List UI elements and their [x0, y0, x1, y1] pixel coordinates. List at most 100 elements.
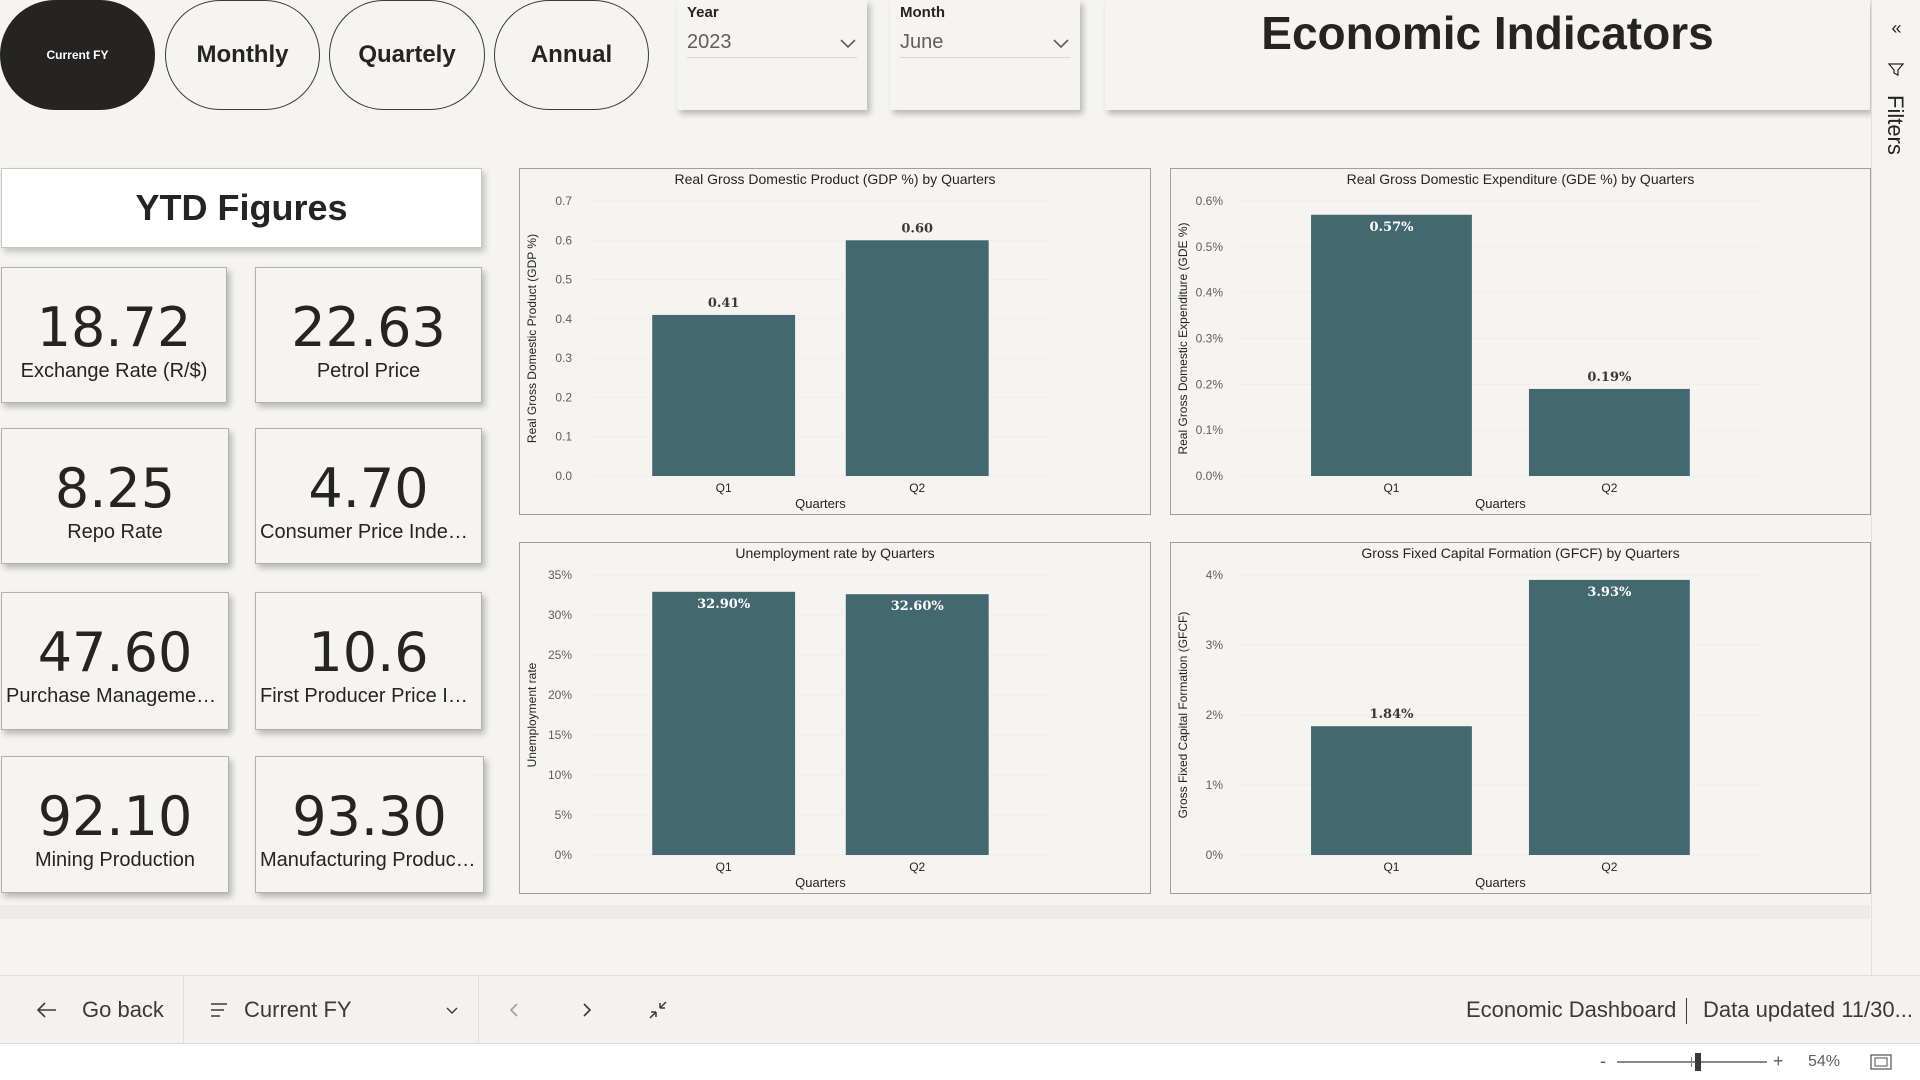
month-slicer-label: Month: [900, 4, 945, 21]
zoom-in-button[interactable]: +: [1773, 1051, 1784, 1072]
y-axis-title: Unemployment rate: [525, 662, 539, 767]
month-slicer: Month June: [890, 0, 1080, 110]
month-value: June: [900, 31, 944, 53]
y-tick-label: 0.1: [555, 430, 572, 444]
x-axis-title: Quarters: [795, 875, 846, 890]
chevron-down-icon: [840, 38, 856, 48]
annual-button[interactable]: Annual: [494, 0, 649, 110]
collapse-icon: [649, 1001, 667, 1019]
kpi-value: 8.25: [54, 457, 176, 520]
page-selector[interactable]: Current FY: [210, 976, 460, 1044]
y-tick-label: 4%: [1206, 568, 1224, 582]
data-label: 0.60: [901, 221, 933, 236]
bar-q2: [845, 240, 989, 476]
y-tick-label: 35%: [548, 568, 572, 582]
zoom-slider-thumb[interactable]: [1695, 1053, 1701, 1071]
data-label: 3.93%: [1587, 585, 1632, 600]
data-label: 0.19%: [1587, 370, 1632, 385]
current-fy-button[interactable]: Current FY: [0, 0, 155, 110]
month-dropdown[interactable]: June: [900, 28, 1070, 58]
next-page-button[interactable]: [578, 976, 596, 1044]
y-tick-label: 2%: [1206, 708, 1224, 722]
x-tick-label: Q1: [716, 481, 732, 495]
fit-to-page-icon[interactable]: [1870, 1053, 1892, 1071]
kpi-card-purchase-management: 47.60 Purchase Management ...: [1, 592, 229, 730]
y-tick-label: 1%: [1206, 778, 1224, 792]
report-footer-bar: Go back Current FY Economic Dashboard Da…: [0, 975, 1920, 1044]
zoom-bar: - + 54%: [0, 1043, 1920, 1080]
kpi-card-consumer-price-index: 4.70 Consumer Price Index (...: [255, 428, 482, 564]
zoom-slider-center-tick: [1691, 1057, 1692, 1067]
bar-q2: [1528, 579, 1690, 855]
y-tick-label: 0.3: [555, 351, 572, 365]
gde-chart-plot: 0.0% 0.1% 0.2% 0.3% 0.4% 0.5% 0.6% 0.57% Q1 0.19%…: [1176, 194, 1760, 511]
zoom-out-button[interactable]: -: [1600, 1051, 1606, 1072]
filter-icon: [1887, 62, 1905, 79]
previous-page-button[interactable]: [505, 976, 523, 1044]
y-tick-label: 0.5%: [1196, 240, 1224, 254]
x-tick-label: Q1: [1383, 481, 1399, 495]
kpi-value: 22.63: [291, 296, 446, 359]
x-tick-label: Q1: [1383, 860, 1399, 874]
data-label: 32.90%: [697, 597, 751, 612]
y-tick-label: 3%: [1206, 638, 1224, 652]
kpi-label: Consumer Price Index (...: [260, 521, 481, 543]
filters-pane: « Filters: [1871, 0, 1920, 975]
exit-fullscreen-button[interactable]: [648, 976, 668, 1044]
kpi-value: 92.10: [37, 785, 193, 848]
gfcf-chart-plot: 0% 1% 2% 3% 4% 1.84% Q1 3.93% Q2 Quarters Gross Fi…: [1176, 568, 1760, 890]
bar-q1: [1311, 726, 1472, 855]
go-back-label: Go back: [82, 997, 164, 1022]
filters-label[interactable]: Filters: [1882, 95, 1908, 155]
kpi-label: Manufacturing Production: [260, 849, 483, 871]
go-back-button[interactable]: Go back: [36, 976, 164, 1044]
unemployment-chart-plot: 0% 5% 10% 15% 20% 25% 30% 35% 32.90% Q1 32.60% Q2 Qu…: [525, 568, 1051, 890]
collapse-filters-icon[interactable]: «: [1872, 18, 1920, 39]
y-tick-label: 25%: [548, 648, 572, 662]
kpi-card-repo-rate: 8.25 Repo Rate: [1, 428, 229, 564]
kpi-label: Exchange Rate (R/$): [20, 360, 208, 382]
chevron-down-icon: [446, 1007, 458, 1014]
divider: [183, 976, 184, 1044]
kpi-label: Purchase Management ...: [6, 685, 228, 707]
year-value: 2023: [687, 31, 732, 53]
gdp-chart: Real Gross Domestic Product (GDP %) by Q…: [519, 168, 1151, 515]
kpi-value: 47.60: [37, 621, 193, 684]
y-tick-label: 0.2: [555, 390, 572, 404]
quarterly-button[interactable]: Quartely: [329, 0, 485, 110]
divider: [478, 976, 479, 1044]
zoom-slider[interactable]: [1617, 1053, 1767, 1071]
y-tick-label: 0.1%: [1196, 423, 1224, 437]
y-tick-label: 0.0%: [1196, 469, 1224, 483]
kpi-label: First Producer Price Ind...: [260, 685, 481, 707]
y-axis-title: Real Gross Domestic Expenditure (GDE %): [1176, 222, 1190, 454]
year-slicer-label: Year: [687, 4, 719, 21]
y-tick-label: 30%: [548, 608, 572, 622]
kpi-value: 93.30: [292, 785, 447, 848]
y-tick-label: 0.6: [555, 233, 572, 247]
y-tick-label: 0.6%: [1196, 194, 1224, 208]
page-title: Economic Indicators: [1261, 7, 1714, 59]
x-tick-label: Q2: [909, 481, 925, 495]
kpi-label: Mining Production: [34, 849, 196, 871]
y-tick-label: 5%: [555, 808, 573, 822]
x-axis-title: Quarters: [1475, 496, 1526, 511]
zoom-level[interactable]: 54%: [1808, 1053, 1840, 1071]
y-tick-label: 0.5: [555, 273, 572, 287]
bar-q1: [1311, 214, 1472, 476]
menu-icon: [211, 1003, 227, 1017]
y-tick-label: 0.4%: [1196, 286, 1224, 300]
x-tick-label: Q2: [1601, 481, 1617, 495]
kpi-value: 18.72: [36, 296, 192, 359]
bar-q1: [652, 591, 796, 855]
y-tick-label: 0%: [555, 848, 573, 862]
y-tick-label: 0.0: [555, 469, 572, 483]
kpi-value: 4.70: [308, 457, 429, 520]
monthly-button[interactable]: Monthly: [165, 0, 320, 110]
year-dropdown[interactable]: 2023: [687, 28, 857, 58]
y-axis-title: Gross Fixed Capital Formation (GFCF): [1176, 612, 1190, 819]
x-tick-label: Q1: [716, 860, 732, 874]
x-tick-label: Q2: [1601, 860, 1617, 874]
bar-q1: [652, 314, 796, 476]
data-label: 32.60%: [891, 599, 945, 614]
